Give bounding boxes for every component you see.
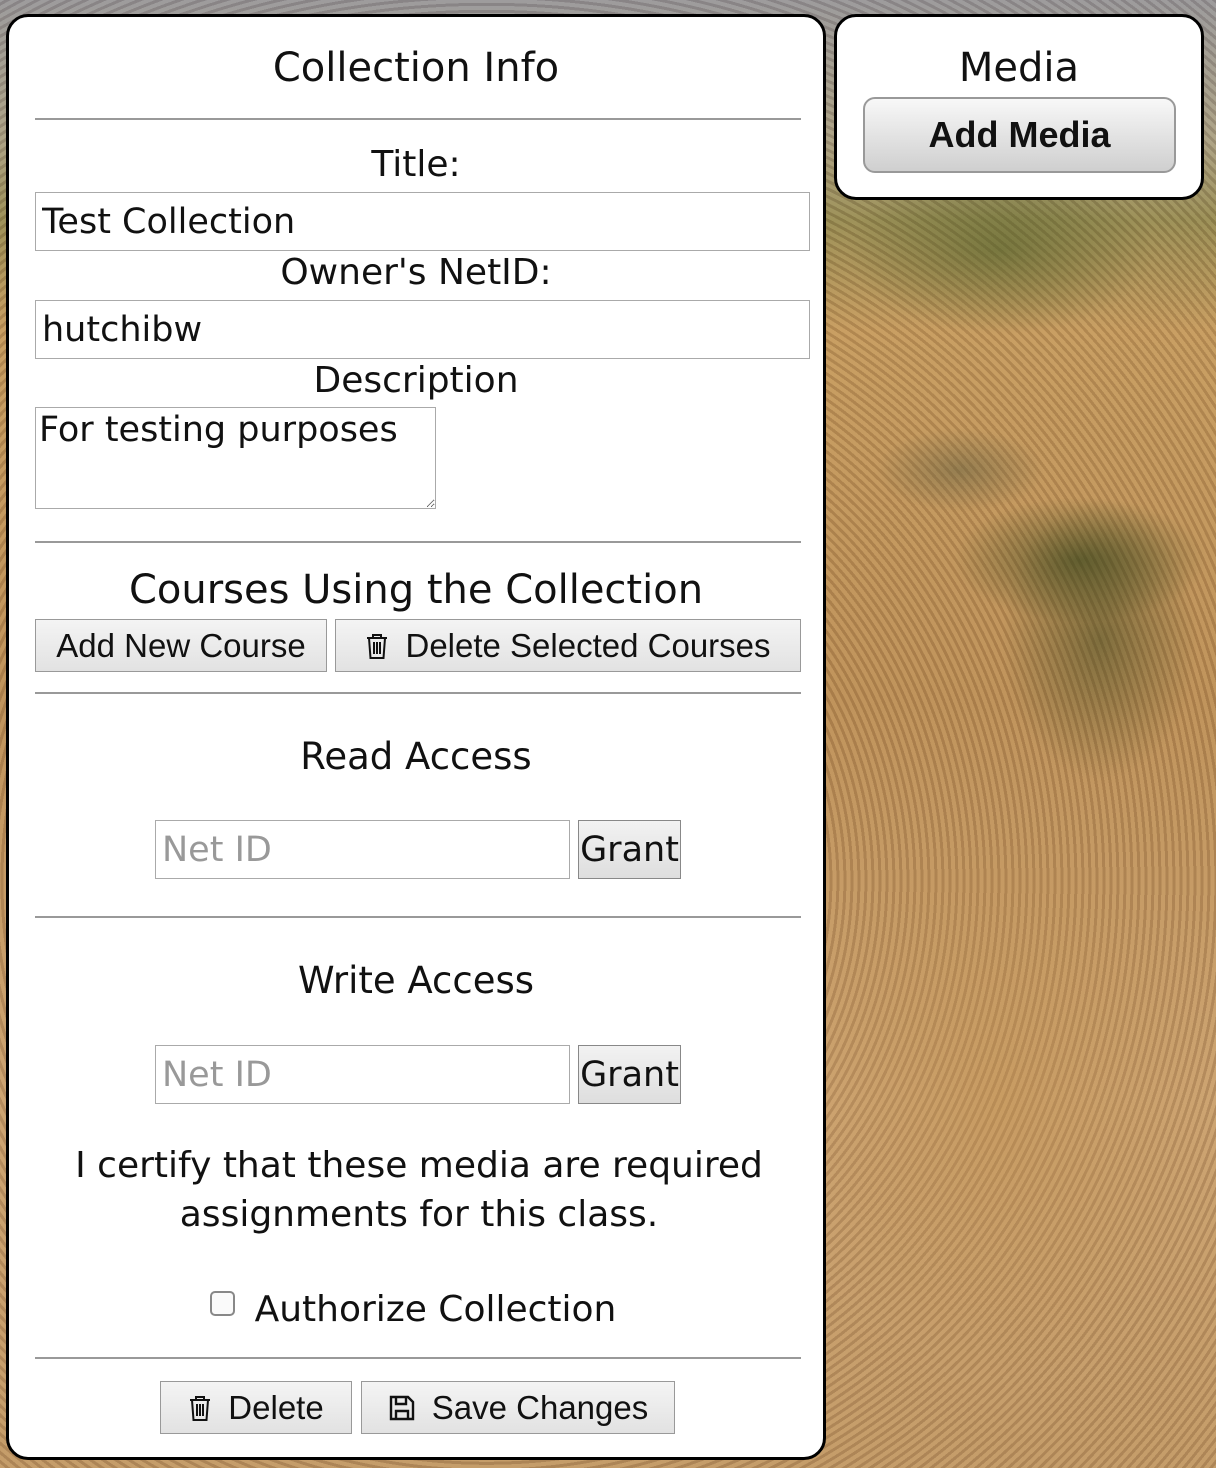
divider [35, 1357, 801, 1359]
add-media-button[interactable]: Add Media [863, 97, 1176, 173]
read-access-netid-input[interactable] [155, 820, 570, 879]
floppy-disk-icon [388, 1394, 416, 1422]
save-changes-button[interactable]: Save Changes [361, 1381, 675, 1434]
description-label: Description [313, 360, 519, 401]
courses-heading: Courses Using the Collection [128, 567, 704, 613]
authorize-collection-row: Authorize Collection [9, 1289, 823, 1330]
delete-collection-button[interactable]: Delete [160, 1381, 352, 1434]
delete-collection-label: Delete [228, 1388, 324, 1426]
delete-selected-courses-button[interactable]: Delete Selected Courses [335, 619, 801, 672]
trash-icon [188, 1394, 212, 1422]
write-access-grant-button[interactable]: Grant [578, 1045, 681, 1104]
read-access-heading: Read Access [300, 735, 532, 778]
write-access-heading: Write Access [297, 959, 535, 1002]
media-panel: Media Add Media [834, 14, 1204, 200]
title-input[interactable] [35, 192, 810, 251]
authorize-collection-checkbox[interactable] [209, 1291, 235, 1316]
certification-text: I certify that these media are required … [75, 1145, 763, 1235]
authorize-collection-label: Authorize Collection [254, 1289, 617, 1330]
media-heading: Media [958, 45, 1080, 91]
divider [35, 541, 801, 543]
add-new-course-label: Add New Course [56, 626, 306, 664]
divider [35, 692, 801, 694]
owner-netid-input[interactable] [35, 300, 810, 359]
description-textarea[interactable]: For testing purposes [35, 407, 436, 509]
write-access-netid-input[interactable] [155, 1045, 570, 1104]
trash-icon [365, 632, 389, 660]
collection-info-heading: Collection Info [272, 45, 560, 91]
divider [35, 118, 801, 120]
delete-selected-courses-label: Delete Selected Courses [405, 626, 771, 664]
add-new-course-button[interactable]: Add New Course [35, 619, 327, 672]
divider [35, 916, 801, 918]
save-changes-label: Save Changes [431, 1388, 649, 1426]
collection-info-panel: Collection Info Title: Owner's NetID: De… [6, 14, 826, 1460]
read-access-grant-button[interactable]: Grant [578, 820, 681, 879]
owner-netid-label: Owner's NetID: [280, 252, 552, 293]
title-label: Title: [371, 144, 461, 185]
